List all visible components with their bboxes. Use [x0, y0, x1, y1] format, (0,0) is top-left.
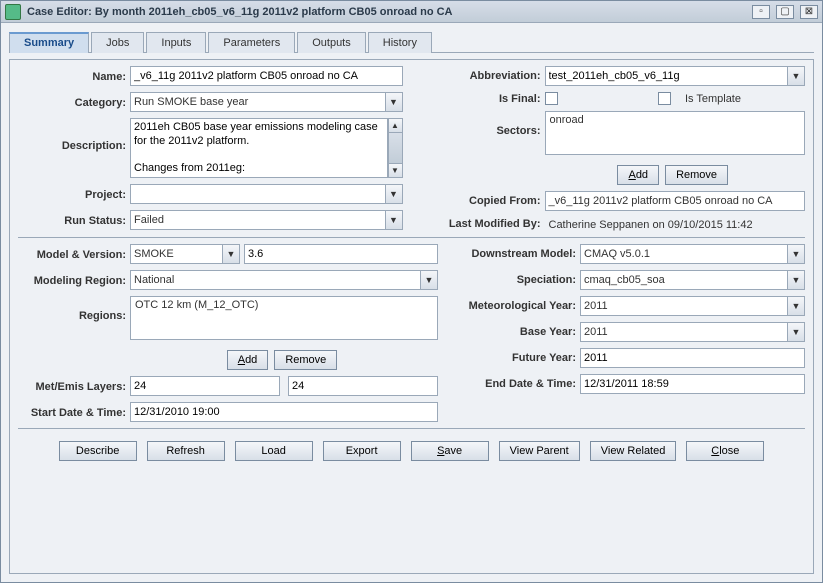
is-template-checkbox[interactable] [658, 92, 671, 105]
save-button[interactable]: Save [411, 441, 489, 461]
sectors-remove-button[interactable]: Remove [665, 165, 728, 185]
is-final-label: Is Final: [421, 93, 541, 105]
tabs: Summary Jobs Inputs Parameters Outputs H… [9, 31, 814, 53]
met-year-dropdown-button[interactable]: ▼ [787, 296, 805, 316]
maximize-button[interactable]: ▢ [776, 5, 794, 19]
end-date-input[interactable] [580, 374, 805, 394]
run-status-value[interactable]: Failed [130, 210, 385, 230]
close-window-button[interactable]: ⊠ [800, 5, 818, 19]
downstream-model-label: Downstream Model: [456, 248, 576, 260]
sectors-item[interactable]: onroad [550, 114, 801, 126]
describe-button[interactable]: Describe [59, 441, 137, 461]
future-year-input[interactable] [580, 348, 805, 368]
emis-layers-input[interactable] [288, 376, 438, 396]
met-emis-layers-label: Met/Emis Layers: [18, 380, 126, 393]
is-final-checkbox[interactable] [545, 92, 558, 105]
tab-jobs[interactable]: Jobs [91, 32, 144, 53]
tab-parameters[interactable]: Parameters [208, 32, 295, 53]
close-button[interactable]: Close [686, 441, 764, 461]
category-label: Category: [18, 96, 126, 109]
category-dropdown-button[interactable]: ▼ [385, 92, 403, 112]
sectors-label: Sectors: [421, 111, 541, 137]
version-input[interactable] [244, 244, 438, 264]
scroll-down-icon[interactable]: ▼ [389, 163, 402, 177]
project-dropdown-button[interactable]: ▼ [385, 184, 403, 204]
export-button[interactable]: Export [323, 441, 401, 461]
load-button[interactable]: Load [235, 441, 313, 461]
tab-inputs[interactable]: Inputs [146, 32, 206, 53]
speciation-dropdown-button[interactable]: ▼ [787, 270, 805, 290]
content-area: Summary Jobs Inputs Parameters Outputs H… [1, 23, 822, 582]
divider [18, 237, 805, 238]
sectors-add-button[interactable]: Add [617, 165, 659, 185]
description-label: Description: [18, 118, 126, 152]
start-date-label: Start Date & Time: [18, 406, 126, 419]
modeling-region-dropdown-button[interactable]: ▼ [420, 270, 438, 290]
modeling-region-value[interactable]: National [130, 270, 420, 290]
met-year-label: Meteorological Year: [456, 300, 576, 312]
app-icon [5, 4, 21, 20]
regions-remove-button[interactable]: Remove [274, 350, 337, 370]
regions-add-button[interactable]: Add [227, 350, 269, 370]
scroll-up-icon[interactable]: ▲ [389, 119, 402, 133]
last-modified-by-label: Last Modified By: [421, 218, 541, 230]
name-label: Name: [18, 70, 126, 83]
view-related-button[interactable]: View Related [590, 441, 677, 461]
is-template-label: Is Template [685, 93, 741, 105]
model-dropdown-button[interactable]: ▼ [222, 244, 240, 264]
category-value[interactable]: Run SMOKE base year [130, 92, 385, 112]
downstream-model-value[interactable]: CMAQ v5.0.1 [580, 244, 787, 264]
downstream-model-dropdown-button[interactable]: ▼ [787, 244, 805, 264]
future-year-label: Future Year: [456, 352, 576, 364]
model-version-label: Model & Version: [18, 248, 126, 261]
project-label: Project: [18, 188, 126, 201]
window-title: Case Editor: By month 2011eh_cb05_v6_11g… [27, 6, 746, 18]
run-status-label: Run Status: [18, 214, 126, 227]
last-modified-by-value: Catherine Seppanen on 09/10/2015 11:42 [545, 217, 806, 231]
sectors-listbox[interactable]: onroad [545, 111, 806, 155]
project-value[interactable] [130, 184, 385, 204]
description-scrollbar[interactable]: ▲ ▼ [388, 118, 403, 178]
modeling-region-label: Modeling Region: [18, 274, 126, 287]
footer-buttons: Describe Refresh Load Export Save View P… [18, 435, 805, 463]
base-year-value[interactable]: 2011 [580, 322, 787, 342]
speciation-value[interactable]: cmaq_cb05_soa [580, 270, 787, 290]
tab-summary[interactable]: Summary [9, 32, 89, 53]
run-status-dropdown-button[interactable]: ▼ [385, 210, 403, 230]
met-layers-input[interactable] [130, 376, 280, 396]
description-textarea[interactable]: 2011eh CB05 base year emissions modeling… [130, 118, 388, 178]
base-year-label: Base Year: [456, 326, 576, 338]
abbreviation-label: Abbreviation: [421, 70, 541, 82]
regions-listbox[interactable]: OTC 12 km (M_12_OTC) [130, 296, 438, 340]
titlebar: Case Editor: By month 2011eh_cb05_v6_11g… [1, 1, 822, 23]
abbreviation-input[interactable] [545, 66, 788, 86]
met-year-value[interactable]: 2011 [580, 296, 787, 316]
tab-outputs[interactable]: Outputs [297, 32, 366, 53]
case-editor-window: Case Editor: By month 2011eh_cb05_v6_11g… [0, 0, 823, 583]
scroll-thumb[interactable] [389, 133, 402, 163]
speciation-label: Speciation: [456, 274, 576, 286]
regions-label: Regions: [18, 296, 126, 322]
view-parent-button[interactable]: View Parent [499, 441, 580, 461]
minimize-button[interactable]: ▫ [752, 5, 770, 19]
start-date-input[interactable] [130, 402, 438, 422]
divider-2 [18, 428, 805, 429]
tab-history[interactable]: History [368, 32, 432, 53]
regions-item[interactable]: OTC 12 km (M_12_OTC) [135, 299, 433, 311]
abbreviation-dropdown-button[interactable]: ▼ [787, 66, 805, 86]
model-value[interactable]: SMOKE [130, 244, 222, 264]
summary-form: Name: Category: Run SMOKE base year ▼ De… [9, 59, 814, 574]
refresh-button[interactable]: Refresh [147, 441, 225, 461]
base-year-dropdown-button[interactable]: ▼ [787, 322, 805, 342]
name-input[interactable] [130, 66, 403, 86]
end-date-label: End Date & Time: [456, 378, 576, 390]
copied-from-value: _v6_11g 2011v2 platform CB05 onroad no C… [545, 191, 806, 211]
copied-from-label: Copied From: [421, 195, 541, 207]
